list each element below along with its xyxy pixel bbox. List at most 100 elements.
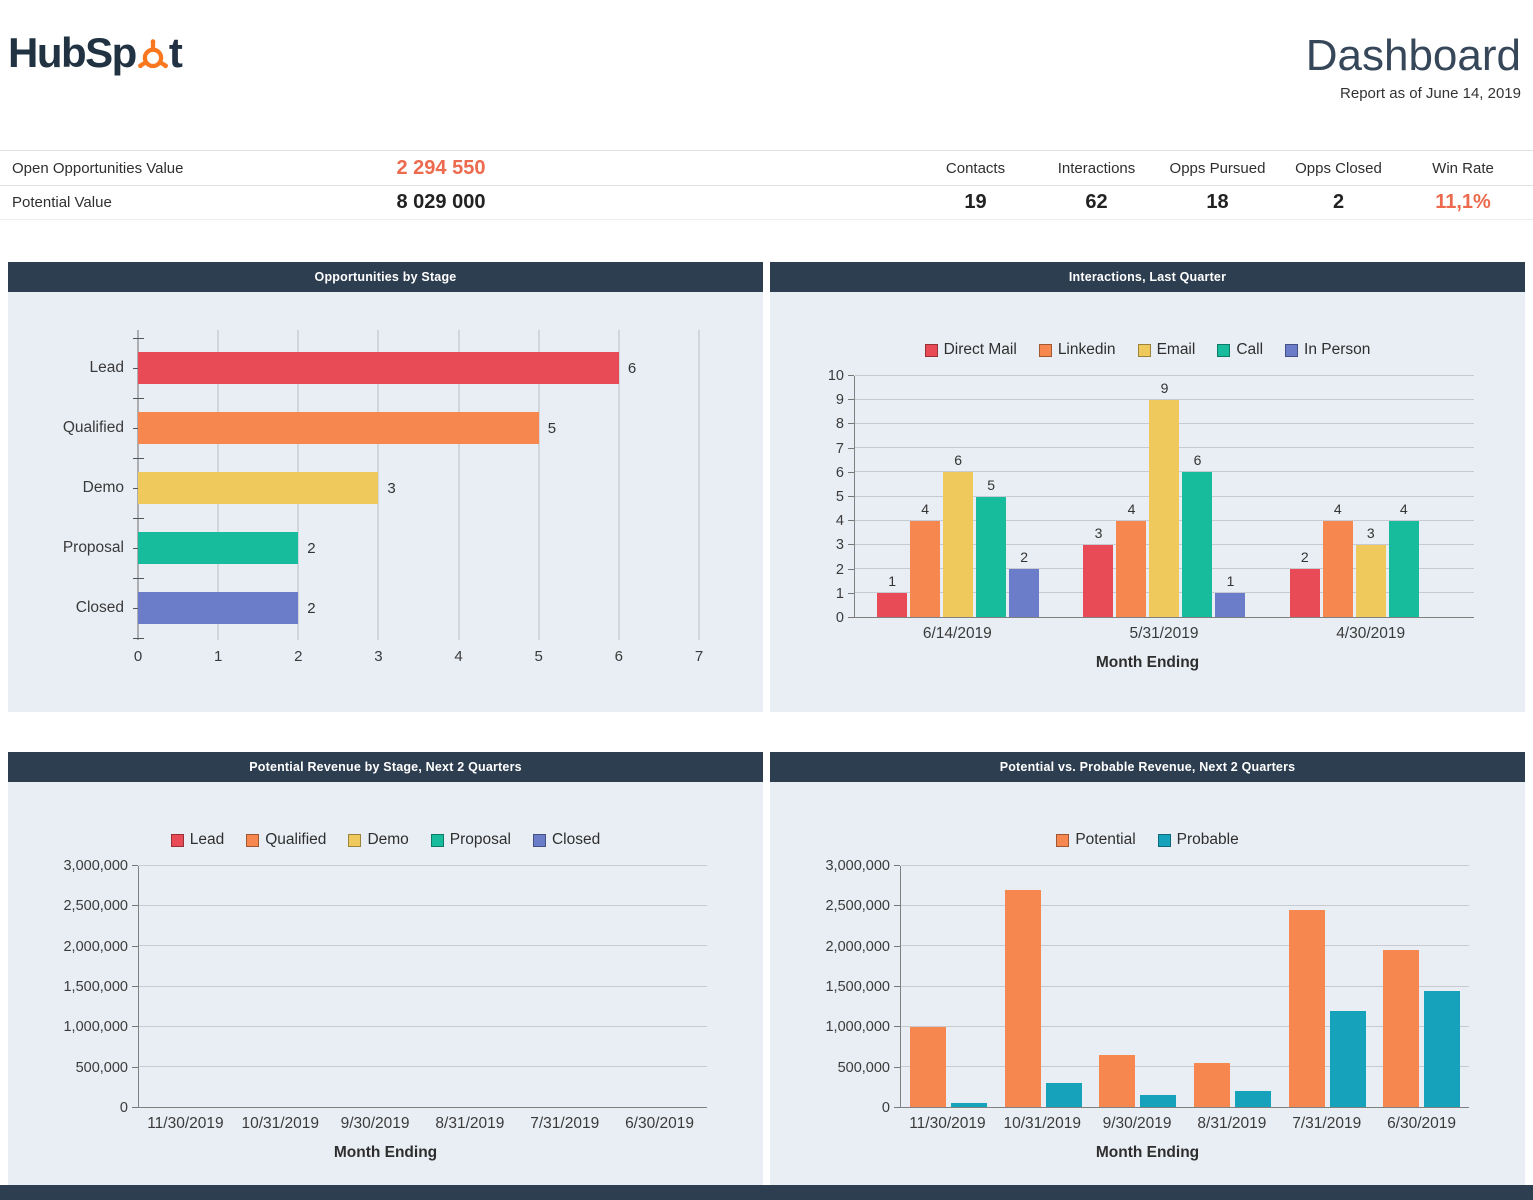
x-category-label: 4/30/2019	[1267, 625, 1474, 643]
bar-probable	[1235, 1091, 1271, 1107]
x-axis-labels: 11/30/201910/31/20199/30/20198/31/20197/…	[138, 1115, 707, 1133]
bar-proposal	[138, 532, 298, 564]
bar-probable	[1140, 1095, 1176, 1107]
legend-label: Potential	[1075, 831, 1135, 849]
x-tick-label: 2	[294, 648, 302, 665]
legend-item-email: Email	[1138, 341, 1196, 359]
bar-potential	[1099, 1055, 1135, 1107]
bar-value-label: 4	[921, 501, 929, 517]
logo-text-left: HubSp	[8, 32, 136, 74]
kpi-summary: Open Opportunities Value 2 294 550 Conta…	[0, 150, 1533, 220]
bar-slot-email: 9	[1149, 376, 1179, 617]
interactions-chart: Direct MailLinkedinEmailCallIn Person012…	[770, 292, 1525, 712]
legend-item-probable: Probable	[1158, 831, 1239, 849]
bar-group-9-30-2019	[328, 866, 423, 1107]
bar-email: 3	[1356, 545, 1386, 617]
bar-value-label: 5	[548, 420, 556, 437]
bar-email: 6	[943, 472, 973, 617]
kpi-label: Open Opportunities Value	[6, 160, 366, 177]
x-category-label: 10/31/2019	[995, 1115, 1090, 1133]
bar-group-6-30-2019	[1374, 866, 1469, 1107]
legend-item-lead: Lead	[171, 831, 224, 849]
plot-grid	[900, 866, 1469, 1108]
legend-swatch-icon	[1158, 834, 1171, 847]
y-tick-label: 2,500,000	[825, 898, 890, 914]
bar-value-label: 1	[1227, 573, 1235, 589]
bar-value-label: 3	[1367, 525, 1375, 541]
legend-swatch-icon	[1285, 344, 1298, 357]
opportunities-by-stage-chart: Lead6Qualified5Demo3Proposal2Closed20123…	[8, 292, 763, 712]
bar-direct-mail: 3	[1083, 545, 1113, 617]
x-category-label: 6/14/2019	[854, 625, 1061, 643]
legend-item-potential: Potential	[1056, 831, 1135, 849]
bar-group-8-31-2019	[423, 866, 518, 1107]
x-category-label: 11/30/2019	[900, 1115, 995, 1133]
bar-value-label: 6	[1194, 452, 1202, 468]
y-tick-label: 500,000	[838, 1060, 890, 1076]
category-label: Demo	[83, 479, 138, 497]
y-axis: 0500,0001,000,0001,500,0002,000,0002,500…	[64, 866, 138, 1108]
legend-swatch-icon	[925, 344, 938, 357]
bar-value-label: 2	[1020, 549, 1028, 565]
legend-label: Probable	[1177, 831, 1239, 849]
bar-potential	[1383, 950, 1419, 1107]
bar-slot-in-person	[1422, 376, 1452, 617]
legend-item-proposal: Proposal	[431, 831, 511, 849]
bar-group-9-30-2019	[1090, 866, 1185, 1107]
bar-slot-direct-mail: 1	[877, 376, 907, 617]
y-tick-label: 1,500,000	[825, 979, 890, 995]
y-tick-label: 2,000,000	[825, 939, 890, 955]
bar-value-label: 3	[387, 480, 395, 497]
potential-revenue-chart: LeadQualifiedDemoProposalClosed0500,0001…	[8, 782, 763, 1185]
panel-title: Potential Revenue by Stage, Next 2 Quart…	[8, 752, 763, 782]
kpi-row-open-opportunities: Open Opportunities Value 2 294 550 Conta…	[0, 150, 1533, 185]
report-date: Report as of June 14, 2019	[1306, 85, 1521, 102]
x-tick-label: 7	[695, 648, 703, 665]
plot-grid: 14652349612434	[854, 376, 1474, 618]
legend-swatch-icon	[1056, 834, 1069, 847]
x-category-label: 11/30/2019	[138, 1115, 233, 1133]
category-label: Proposal	[63, 539, 138, 557]
hubspot-sprocket-icon	[136, 37, 170, 71]
bar-slot-call: 4	[1389, 376, 1419, 617]
x-axis-title: Month Ending	[770, 1144, 1525, 1162]
y-tick-label: 1,000,000	[63, 1019, 128, 1035]
y-tick-label: 3	[836, 537, 844, 553]
bar-value-label: 4	[1128, 501, 1136, 517]
bar-value-label: 6	[954, 452, 962, 468]
metric-value-interactions: 62	[1036, 191, 1157, 214]
bar-potential	[1194, 1063, 1230, 1107]
potential-vs-probable-chart: PotentialProbable0500,0001,000,0001,500,…	[770, 782, 1525, 1185]
plot-area: 01234567891014652349612434	[816, 376, 1474, 618]
y-tick-label: 7	[836, 441, 844, 457]
bar-group-11-30-2019	[139, 866, 234, 1107]
metric-label-opps-pursued: Opps Pursued	[1157, 160, 1278, 177]
bar-slot-in-person: 1	[1215, 376, 1245, 617]
y-tick-label: 4	[836, 513, 844, 529]
panel-title: Interactions, Last Quarter	[770, 262, 1525, 292]
bar-slot-probable	[1140, 866, 1176, 1107]
y-tick-label: 5	[836, 489, 844, 505]
bar-value-label: 6	[628, 360, 636, 377]
bar-value-label: 4	[1400, 501, 1408, 517]
legend-swatch-icon	[431, 834, 444, 847]
y-tick-label: 2	[836, 562, 844, 578]
page-title: Dashboard	[1306, 32, 1521, 80]
bar-direct-mail: 2	[1290, 569, 1320, 617]
x-tick-label: 4	[454, 648, 462, 665]
bar-value-label: 3	[1095, 525, 1103, 541]
legend-label: Linkedin	[1058, 341, 1116, 359]
panel-title: Potential vs. Probable Revenue, Next 2 Q…	[770, 752, 1525, 782]
y-tick-label: 0	[836, 610, 844, 626]
bar-slot-call: 6	[1182, 376, 1212, 617]
x-tick-label: 1	[214, 648, 222, 665]
hubspot-logo: HubSp t	[8, 32, 181, 74]
bar-row-demo: Demo3	[138, 458, 699, 518]
legend-label: Direct Mail	[944, 341, 1017, 359]
plot-grid	[138, 866, 707, 1108]
bar-in-person: 1	[1215, 593, 1245, 617]
legend-swatch-icon	[1217, 344, 1230, 357]
bar-groups: 14652349612434	[855, 376, 1474, 617]
bar-slot-in-person: 2	[1009, 376, 1039, 617]
x-category-label: 7/31/2019	[1279, 1115, 1374, 1133]
